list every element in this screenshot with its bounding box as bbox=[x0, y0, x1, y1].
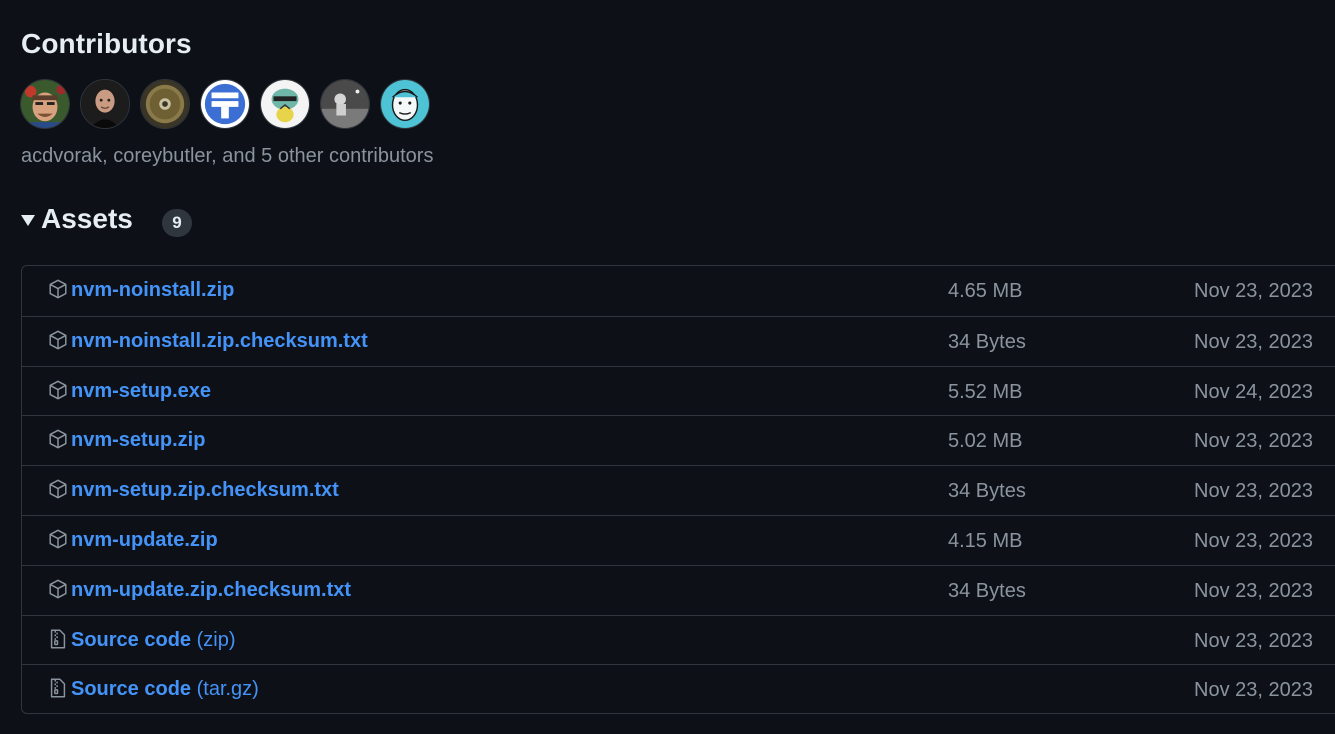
asset-name: nvm-noinstall.zip bbox=[71, 279, 235, 301]
assets-heading: Assets bbox=[41, 203, 133, 234]
asset-date: Nov 23, 2023 bbox=[1194, 280, 1313, 302]
asset-date: Nov 23, 2023 bbox=[1194, 480, 1313, 503]
caret-down-icon bbox=[21, 215, 35, 226]
asset-row: nvm-noinstall.zip 4.65 MB Nov 23, 2023 bbox=[22, 266, 1335, 316]
package-icon-graphic bbox=[49, 579, 67, 599]
contributors-heading: Contributors bbox=[21, 28, 192, 59]
asset-date: Nov 23, 2023 bbox=[1194, 579, 1313, 602]
package-icon-graphic bbox=[49, 330, 67, 350]
asset-download-link[interactable]: nvm-noinstall.zip.checksum.txt bbox=[71, 330, 368, 353]
asset-name: Source code bbox=[71, 628, 192, 651]
package-icon bbox=[47, 478, 69, 500]
package-icon bbox=[47, 329, 69, 351]
avatar[interactable] bbox=[200, 79, 250, 129]
avatar[interactable] bbox=[320, 79, 370, 129]
asset-row: nvm-setup.exe 5.52 MB Nov 24, 2023 bbox=[22, 365, 1335, 416]
asset-download-link[interactable]: nvm-setup.exe bbox=[71, 380, 211, 403]
file-zip-icon-graphic bbox=[50, 678, 66, 698]
asset-format: (tar.gz) bbox=[191, 678, 259, 701]
asset-date: Nov 23, 2023 bbox=[1194, 330, 1313, 353]
asset-row: nvm-setup.zip.checksum.txt 34 Bytes Nov 23… bbox=[22, 465, 1335, 515]
package-icon bbox=[47, 278, 69, 300]
asset-name: nvm-setup.zip bbox=[71, 429, 206, 452]
avatar[interactable] bbox=[260, 79, 310, 129]
package-icon-graphic bbox=[49, 380, 67, 400]
asset-date: Nov 24, 2023 bbox=[1194, 380, 1313, 403]
avatar[interactable] bbox=[80, 79, 130, 129]
asset-row: nvm-update.zip 4.15 MB Nov 23, 2023 bbox=[22, 514, 1335, 565]
avatar[interactable] bbox=[140, 79, 190, 129]
package-icon bbox=[47, 379, 69, 401]
asset-download-link[interactable]: nvm-noinstall.zip bbox=[71, 279, 234, 302]
contributors-avatar-list bbox=[20, 79, 430, 129]
avatar[interactable] bbox=[20, 79, 70, 129]
contributors-summary: acdvorak, coreybutler, and 5 other contr… bbox=[21, 145, 434, 167]
package-icon bbox=[47, 578, 69, 600]
asset-name: Source code bbox=[71, 678, 192, 701]
asset-download-link[interactable]: Source code (zip) bbox=[71, 629, 236, 652]
asset-name: nvm-noinstall.zip.checksum.txt bbox=[71, 329, 368, 352]
asset-size: 5.02 MB bbox=[948, 430, 1023, 453]
package-icon-graphic bbox=[49, 279, 67, 299]
package-icon bbox=[47, 528, 69, 550]
asset-size: 34 Bytes bbox=[948, 480, 1026, 503]
asset-row: Source code (zip) Nov 23, 2023 bbox=[22, 614, 1335, 665]
package-icon-graphic bbox=[49, 429, 67, 449]
file-zip-icon bbox=[47, 628, 69, 650]
asset-date: Nov 23, 2023 bbox=[1194, 529, 1313, 552]
asset-row: nvm-setup.zip 5.02 MB Nov 23, 2023 bbox=[22, 415, 1335, 465]
assets-count-badge: 9 bbox=[162, 209, 192, 237]
asset-row: nvm-update.zip.checksum.txt 34 Bytes Nov 2… bbox=[22, 564, 1335, 615]
asset-date: Nov 23, 2023 bbox=[1194, 430, 1313, 453]
package-icon bbox=[47, 428, 69, 450]
asset-name: nvm-update.zip bbox=[71, 528, 218, 551]
asset-name: nvm-setup.exe bbox=[71, 379, 212, 402]
asset-download-link[interactable]: nvm-update.zip.checksum.txt bbox=[71, 579, 351, 602]
asset-download-link[interactable]: nvm-setup.zip.checksum.txt bbox=[71, 479, 339, 502]
asset-download-link[interactable]: nvm-update.zip bbox=[71, 529, 218, 552]
asset-size: 4.65 MB bbox=[948, 280, 1023, 302]
file-zip-icon bbox=[47, 677, 69, 699]
asset-row: nvm-noinstall.zip.checksum.txt 34 Bytes No… bbox=[22, 315, 1335, 366]
file-zip-icon-graphic bbox=[50, 629, 66, 649]
asset-row: Source code (tar.gz) Nov 23, 2023 bbox=[22, 664, 1335, 713]
asset-size: 5.52 MB bbox=[948, 380, 1023, 403]
assets-toggle[interactable]: Assets bbox=[21, 203, 133, 235]
asset-size: 34 Bytes bbox=[948, 579, 1026, 602]
assets-list: nvm-noinstall.zip 4.65 MB Nov 23, 2023 nvm-… bbox=[21, 265, 1335, 714]
package-icon-graphic bbox=[49, 479, 67, 499]
asset-date: Nov 23, 2023 bbox=[1194, 629, 1313, 652]
asset-download-link[interactable]: Source code (tar.gz) bbox=[71, 678, 259, 701]
asset-size: 34 Bytes bbox=[948, 330, 1026, 353]
asset-download-link[interactable]: nvm-setup.zip bbox=[71, 429, 205, 452]
asset-name: nvm-setup.zip.checksum.txt bbox=[71, 479, 339, 502]
asset-size: 4.15 MB bbox=[948, 529, 1023, 552]
package-icon-graphic bbox=[49, 529, 67, 549]
asset-date: Nov 23, 2023 bbox=[1194, 679, 1313, 702]
asset-name: nvm-update.zip.checksum.txt bbox=[71, 578, 352, 601]
avatar[interactable] bbox=[380, 79, 430, 129]
asset-format: (zip) bbox=[191, 628, 236, 651]
